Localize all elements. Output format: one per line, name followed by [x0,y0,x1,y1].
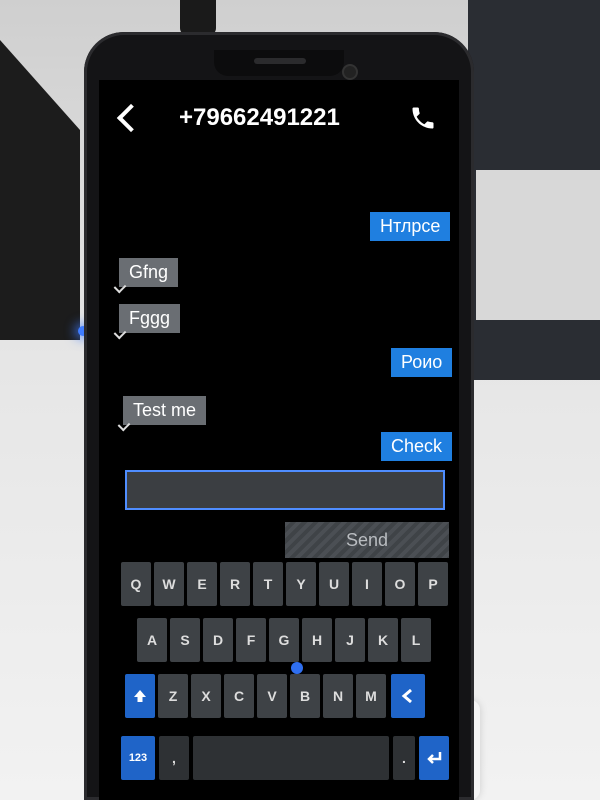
phone-screen: +79662491221 Нтлрсе Gfng Fggg Роио Test … [99,80,459,800]
earpiece-speaker [254,58,306,64]
conversation-header: +79662491221 [99,96,459,144]
key-r[interactable]: R [220,562,250,606]
contact-number-title: +79662491221 [179,104,340,131]
key-b[interactable]: B [290,674,320,718]
message-text: Fggg [129,308,171,328]
checkmark-icon [113,326,127,340]
on-screen-keyboard: Q W E R T Y U I O P A S D F G H J K L Z [121,562,451,800]
keyboard-row-2: A S D F G H J K L [121,618,451,664]
numbers-key[interactable]: 123 [121,736,155,780]
send-button[interactable]: Send [285,522,449,558]
keyboard-row-1: Q W E R T Y U I O P [121,562,451,608]
message-outgoing: Check [381,432,453,461]
key-p[interactable]: P [418,562,448,606]
phone-icon[interactable] [409,104,437,132]
key-c[interactable]: C [224,674,254,718]
key-t[interactable]: T [253,562,283,606]
checkmark-icon [117,418,131,432]
background-monitor-right [468,0,600,380]
shift-arrow-icon [134,690,146,702]
key-e[interactable]: E [187,562,217,606]
message-text: Test me [133,400,197,420]
message-outgoing: Роио [391,348,453,377]
key-m[interactable]: M [356,674,386,718]
message-incoming: Fggg [113,304,181,340]
key-x[interactable]: X [191,674,221,718]
key-l[interactable]: L [401,618,431,662]
backspace-icon [401,689,412,703]
key-y[interactable]: Y [286,562,316,606]
message-incoming: Test me [117,396,207,432]
key-i[interactable]: I [352,562,382,606]
key-d[interactable]: D [203,618,233,662]
key-n[interactable]: N [323,674,353,718]
key-o[interactable]: O [385,562,415,606]
comma-key[interactable]: , [159,736,189,780]
checkmark-icon [113,280,127,294]
touch-cursor-dot [291,662,303,674]
chevron-left-icon[interactable] [116,103,146,133]
enter-key[interactable] [419,736,449,780]
message-incoming: Gfng [113,258,179,294]
backspace-key[interactable] [391,674,425,718]
key-k[interactable]: K [368,618,398,662]
background-cable [180,0,216,36]
key-f[interactable]: F [236,618,266,662]
keyboard-row-4: 123 , . [121,736,451,782]
enter-arrow-icon [427,752,442,764]
key-h[interactable]: H [302,618,332,662]
space-bar[interactable] [193,736,389,780]
keyboard-row-3: Z X C V B N M [121,674,451,720]
period-key[interactable]: . [393,736,415,780]
key-g[interactable]: G [269,618,299,662]
key-v[interactable]: V [257,674,287,718]
key-s[interactable]: S [170,618,200,662]
key-j[interactable]: J [335,618,365,662]
background-monitor-left [0,40,80,340]
key-z[interactable]: Z [158,674,188,718]
message-input[interactable] [125,470,445,510]
shift-key[interactable] [125,674,155,718]
message-text: Gfng [129,262,169,282]
message-outgoing: Нтлрсе [370,212,451,241]
key-w[interactable]: W [154,562,184,606]
key-a[interactable]: A [137,618,167,662]
front-camera [342,64,358,80]
key-q[interactable]: Q [121,562,151,606]
key-u[interactable]: U [319,562,349,606]
